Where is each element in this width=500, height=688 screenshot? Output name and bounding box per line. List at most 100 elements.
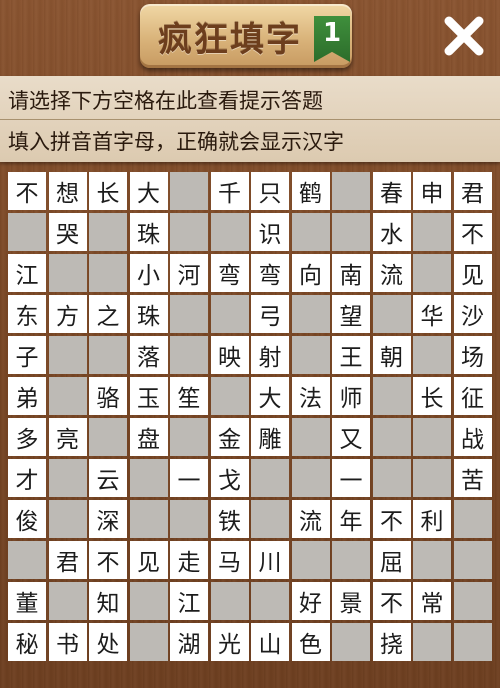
grid-cell-filled[interactable]: 云: [89, 459, 127, 497]
grid-cell-empty[interactable]: [129, 623, 168, 661]
grid-cell-empty[interactable]: [453, 541, 492, 579]
grid-cell-filled[interactable]: 弯: [210, 254, 249, 292]
grid-cell-filled[interactable]: 一: [332, 459, 370, 497]
grid-cell-empty[interactable]: [251, 500, 289, 538]
grid-cell-filled[interactable]: 骆: [89, 377, 127, 415]
grid-cell-filled[interactable]: 马: [210, 541, 249, 579]
grid-cell-empty[interactable]: [210, 582, 249, 620]
grid-cell-filled[interactable]: 弟: [8, 377, 46, 415]
grid-cell-filled[interactable]: 沙: [453, 295, 492, 333]
grid-cell-empty[interactable]: [170, 336, 208, 374]
grid-cell-empty[interactable]: [453, 582, 492, 620]
grid-cell-filled[interactable]: 俊: [8, 500, 46, 538]
grid-cell-filled[interactable]: 师: [332, 377, 370, 415]
grid-cell-filled[interactable]: 湖: [170, 623, 208, 661]
grid-cell-empty[interactable]: [210, 295, 249, 333]
grid-cell-empty[interactable]: [170, 295, 208, 333]
grid-cell-filled[interactable]: 多: [8, 418, 46, 456]
grid-cell-filled[interactable]: 亮: [48, 418, 87, 456]
grid-cell-filled[interactable]: 长: [89, 172, 127, 210]
grid-cell-empty[interactable]: [291, 418, 330, 456]
grid-cell-filled[interactable]: 走: [170, 541, 208, 579]
grid-cell-filled[interactable]: 常: [413, 582, 451, 620]
grid-cell-filled[interactable]: 千: [210, 172, 249, 210]
grid-cell-filled[interactable]: 射: [251, 336, 289, 374]
grid-cell-empty[interactable]: [291, 213, 330, 251]
grid-cell-filled[interactable]: 东: [8, 295, 46, 333]
grid-cell-filled[interactable]: 盘: [129, 418, 168, 456]
grid-cell-empty[interactable]: [48, 254, 87, 292]
grid-cell-filled[interactable]: 之: [89, 295, 127, 333]
grid-cell-filled[interactable]: 场: [453, 336, 492, 374]
grid-cell-filled[interactable]: 朝: [372, 336, 411, 374]
grid-cell-filled[interactable]: 挠: [372, 623, 411, 661]
grid-cell-empty[interactable]: [210, 377, 249, 415]
grid-cell-empty[interactable]: [413, 459, 451, 497]
grid-cell-filled[interactable]: 战: [453, 418, 492, 456]
grid-cell-filled[interactable]: 哭: [48, 213, 87, 251]
grid-cell-filled[interactable]: 年: [332, 500, 370, 538]
grid-cell-filled[interactable]: 玉: [129, 377, 168, 415]
grid-cell-empty[interactable]: [251, 459, 289, 497]
grid-cell-empty[interactable]: [413, 418, 451, 456]
grid-cell-filled[interactable]: 君: [453, 172, 492, 210]
grid-cell-filled[interactable]: 王: [332, 336, 370, 374]
grid-cell-filled[interactable]: 苦: [453, 459, 492, 497]
grid-cell-empty[interactable]: [89, 254, 127, 292]
grid-cell-empty[interactable]: [453, 623, 492, 661]
grid-cell-filled[interactable]: 一: [170, 459, 208, 497]
grid-cell-filled[interactable]: 南: [332, 254, 370, 292]
grid-cell-empty[interactable]: [291, 459, 330, 497]
grid-cell-filled[interactable]: 大: [129, 172, 168, 210]
grid-cell-filled[interactable]: 见: [453, 254, 492, 292]
grid-cell-filled[interactable]: 江: [8, 254, 46, 292]
grid-cell-empty[interactable]: [413, 541, 451, 579]
grid-cell-empty[interactable]: [251, 582, 289, 620]
grid-cell-filled[interactable]: 见: [129, 541, 168, 579]
grid-cell-filled[interactable]: 珠: [129, 213, 168, 251]
grid-cell-filled[interactable]: 珠: [129, 295, 168, 333]
grid-cell-empty[interactable]: [170, 172, 208, 210]
grid-cell-filled[interactable]: 光: [210, 623, 249, 661]
grid-cell-empty[interactable]: [48, 500, 87, 538]
grid-cell-filled[interactable]: 不: [8, 172, 46, 210]
grid-cell-filled[interactable]: 流: [372, 254, 411, 292]
grid-cell-filled[interactable]: 景: [332, 582, 370, 620]
grid-cell-empty[interactable]: [129, 582, 168, 620]
grid-cell-filled[interactable]: 知: [89, 582, 127, 620]
grid-cell-filled[interactable]: 子: [8, 336, 46, 374]
grid-cell-empty[interactable]: [413, 213, 451, 251]
close-button[interactable]: [436, 8, 492, 64]
grid-cell-empty[interactable]: [129, 459, 168, 497]
grid-cell-filled[interactable]: 不: [453, 213, 492, 251]
grid-cell-filled[interactable]: 只: [251, 172, 289, 210]
grid-cell-filled[interactable]: 鹤: [291, 172, 330, 210]
grid-cell-filled[interactable]: 铁: [210, 500, 249, 538]
grid-cell-empty[interactable]: [332, 541, 370, 579]
grid-cell-filled[interactable]: 弯: [251, 254, 289, 292]
grid-cell-empty[interactable]: [48, 336, 87, 374]
grid-cell-empty[interactable]: [453, 500, 492, 538]
grid-cell-filled[interactable]: 不: [89, 541, 127, 579]
grid-cell-filled[interactable]: 色: [291, 623, 330, 661]
grid-cell-empty[interactable]: [413, 623, 451, 661]
grid-cell-filled[interactable]: 金: [210, 418, 249, 456]
grid-cell-filled[interactable]: 华: [413, 295, 451, 333]
grid-cell-filled[interactable]: 才: [8, 459, 46, 497]
grid-cell-filled[interactable]: 好: [291, 582, 330, 620]
grid-cell-filled[interactable]: 征: [453, 377, 492, 415]
grid-cell-filled[interactable]: 小: [129, 254, 168, 292]
grid-cell-empty[interactable]: [170, 418, 208, 456]
grid-cell-filled[interactable]: 秘: [8, 623, 46, 661]
grid-cell-filled[interactable]: 不: [372, 582, 411, 620]
grid-cell-filled[interactable]: 董: [8, 582, 46, 620]
grid-cell-empty[interactable]: [413, 254, 451, 292]
grid-cell-filled[interactable]: 方: [48, 295, 87, 333]
grid-cell-empty[interactable]: [291, 541, 330, 579]
grid-cell-empty[interactable]: [413, 336, 451, 374]
grid-cell-empty[interactable]: [89, 213, 127, 251]
grid-cell-filled[interactable]: 申: [413, 172, 451, 210]
grid-cell-filled[interactable]: 书: [48, 623, 87, 661]
grid-cell-empty[interactable]: [372, 295, 411, 333]
grid-cell-empty[interactable]: [89, 418, 127, 456]
